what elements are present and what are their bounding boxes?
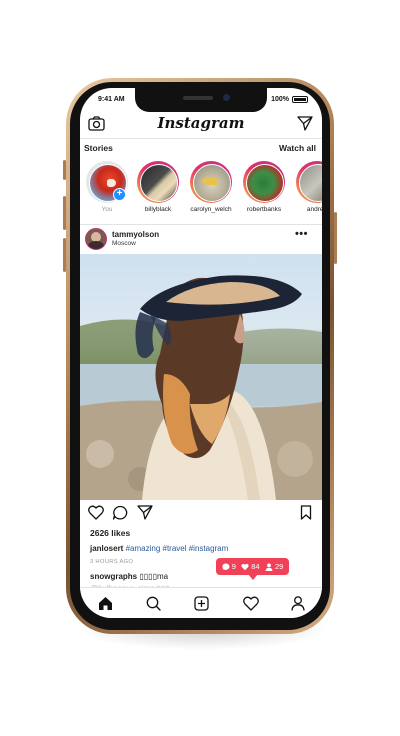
notif-comments-count: 9 [231,562,236,571]
phone-mute-switch [63,160,66,180]
home-icon[interactable] [98,596,113,611]
battery-icon [292,96,308,103]
share-icon[interactable] [137,505,153,520]
caption-username[interactable]: janlosert [90,544,123,553]
phone-volume-down [63,238,66,272]
more-options-button[interactable]: ••• [295,228,308,240]
activity-notification-bubble[interactable]: 9 84 29 [216,558,289,575]
status-battery: 100% [271,96,308,103]
like-heart-icon[interactable] [88,505,104,520]
post-header: tammyolson Moscow ••• [80,226,322,254]
notif-likes: 84 [241,562,260,571]
add-story-icon[interactable]: + [113,188,126,201]
comment-row: snowgraphs ▯▯▯▯ma [90,572,168,581]
post-location[interactable]: Moscow [112,240,136,247]
bookmark-icon[interactable] [300,505,312,520]
story-avatar-heron [299,164,322,202]
header-divider [80,138,322,139]
caption-hashtags[interactable]: #amazing #travel #instagram [126,544,229,553]
story-carolyn-welch[interactable]: carolyn_welch [187,161,235,213]
stories-title: Stories [84,143,113,153]
post-avatar[interactable] [85,228,107,250]
notif-likes-count: 84 [251,562,260,571]
add-post-icon[interactable] [194,596,209,611]
post-caption: janlosert #amazing #travel #instagram [90,544,228,553]
comment-username[interactable]: snowgraphs [90,572,137,581]
heart-icon[interactable] [243,596,259,611]
comment-icon[interactable] [112,505,128,520]
status-time: 9:41 AM [98,96,125,103]
front-camera [223,94,230,101]
search-icon[interactable] [146,596,161,611]
stories-header: Stories Watch all [80,142,322,156]
story-avatar-bird [193,164,231,202]
story-ring [296,161,322,203]
story-robertbanks[interactable]: robertbanks [240,161,288,213]
heart-filled-icon [241,563,249,570]
story-avatar-pelican [140,164,178,202]
story-you[interactable]: + You [83,161,131,213]
story-billyblack[interactable]: billyblack [134,161,182,213]
phone-volume-up [63,196,66,230]
notification-tail [248,574,258,580]
story-name: robertbanks [246,206,282,213]
speaker [183,96,213,100]
likes-count[interactable]: 2626 likes [90,528,130,538]
story-ring [243,161,285,203]
watch-all-link[interactable]: Watch all [279,143,316,153]
person-icon [265,563,273,571]
notch [135,88,267,112]
post-photo-illustration [80,275,322,500]
notif-followers: 29 [265,562,283,571]
notif-comments: 9 [222,562,236,571]
comment-text: ▯▯▯▯ma [139,572,169,581]
phone-power-button [334,212,337,264]
stories-row: + You billyblack carolyn_welch robertban… [83,161,322,223]
bottom-nav [80,587,322,618]
battery-percent: 100% [271,96,289,103]
post-actions [80,502,322,524]
app-header: Instagram [80,112,322,138]
post-time-ago: 3 HOURS AGO [90,559,134,565]
instagram-logo[interactable]: Instagram [80,114,322,132]
story-avatar-green-bird [246,164,284,202]
phone-screen: 9:41 AM 100% Instagram Stories Watch all [80,88,322,618]
story-ring [137,161,179,203]
story-name: You [101,206,113,213]
paper-plane-icon[interactable] [297,116,313,131]
story-ring [190,161,232,203]
profile-icon[interactable] [291,596,305,611]
story-name: billyblack [144,206,172,213]
stories-divider [80,224,322,225]
post-username[interactable]: tammyolson [112,230,159,239]
story-andrea[interactable]: andrea [293,161,322,213]
comment-bubble-icon [222,562,230,570]
story-name: carolyn_welch [190,206,232,213]
story-name: andrea [306,206,322,213]
notif-followers-count: 29 [274,562,284,571]
post-photo[interactable] [80,254,322,500]
